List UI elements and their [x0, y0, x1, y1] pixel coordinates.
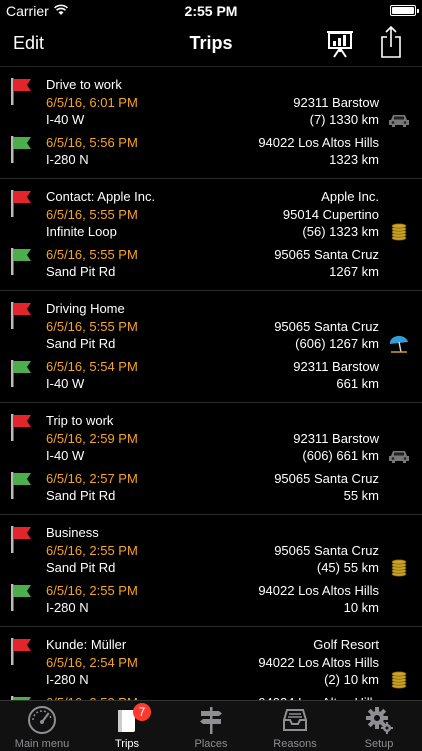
end-odometer: 1323 km [329, 152, 379, 167]
navigation-bar: Edit Trips [0, 22, 422, 67]
trip-row[interactable]: Business 6/5/16, 2:55 PM Sand Pit Rd 6/5/16… [0, 515, 422, 627]
tab-trips[interactable]: 7 Trips [85, 701, 169, 751]
end-place: 94022 Los Altos Hills [258, 135, 379, 150]
end-time: 6/5/16, 5:55 PM [46, 247, 138, 262]
trip-name: Contact: Apple Inc. [46, 189, 156, 204]
start-time: 6/5/16, 5:55 PM [46, 207, 138, 222]
share-icon[interactable] [380, 26, 402, 58]
start-flag-icon [11, 526, 31, 553]
tab-label: Places [194, 738, 228, 750]
start-place: 95014 Cupertino [282, 207, 379, 222]
tab-label: Setup [364, 738, 394, 750]
start-flag-icon [11, 190, 31, 217]
tab-label: Reasons [273, 738, 317, 750]
trip-row[interactable]: Kunde: Müller6/5/16, 2:54 PMI-280 N6/5/1… [0, 627, 422, 700]
end-place: 94022 Los Altos Hills [258, 583, 379, 598]
end-time: 6/5/16, 5:56 PM [46, 135, 138, 150]
presentation-report-icon[interactable] [326, 28, 354, 58]
trip-list[interactable]: Drive to work 6/5/16, 6:01 PM I-40 W 6/5/16… [0, 67, 422, 700]
end-place: 95065 Santa Cruz [274, 247, 379, 262]
trip-row[interactable]: Contact: Apple Inc. 6/5/16, 5:55 PM Infini… [0, 179, 422, 291]
tab-label: Trips [114, 738, 140, 750]
car-icon [389, 451, 409, 463]
tab-reasons[interactable]: Reasons [253, 701, 337, 751]
end-road: I-280 N [46, 600, 89, 615]
start-place: 94022 Los Altos Hills [258, 655, 379, 670]
trip-name: Trip to work [46, 413, 114, 428]
start-time: 6/5/16, 5:55 PM [46, 319, 138, 334]
end-odometer: 1267 km [329, 264, 379, 279]
coins-icon [391, 559, 407, 577]
car-icon [389, 115, 409, 127]
trip-name: Kunde: Müller [46, 637, 127, 652]
coins-icon [391, 671, 407, 689]
start-odometer: (606) 1267 km [295, 336, 379, 351]
start-road: Sand Pit Rd [46, 336, 116, 351]
tab-bar: Main menu 7 Trips Places Reasons Setup [0, 700, 422, 751]
battery-icon [390, 5, 419, 16]
end-place: 95065 Santa Cruz [274, 471, 379, 486]
tab-label: Main menu [14, 738, 70, 750]
start-flag-icon [11, 414, 31, 441]
status-time: 2:55 PM [184, 3, 238, 19]
trip-row[interactable]: Trip to work 6/5/16, 2:59 PM I-40 W 6/5/16,… [0, 403, 422, 515]
end-flag-icon [11, 472, 31, 499]
trip-name: Business [46, 525, 99, 540]
start-time: 6/5/16, 2:55 PM [46, 543, 138, 558]
speedometer-icon [28, 706, 56, 734]
tab-places[interactable]: Places [169, 701, 253, 751]
page-title: Trips [189, 33, 233, 53]
start-road: Sand Pit Rd [46, 560, 116, 575]
start-time: 6/5/16, 6:01 PM [46, 95, 138, 110]
start-flag-icon [11, 78, 31, 105]
tab-setup[interactable]: Setup [337, 701, 421, 751]
status-bar: Carrier 2:55 PM [0, 0, 422, 22]
end-flag-icon [11, 360, 31, 387]
end-time: 6/5/16, 2:55 PM [46, 583, 138, 598]
trip-name: Driving Home [46, 301, 125, 316]
trips-count-badge: 7 [133, 703, 151, 721]
gear-icon [366, 707, 393, 734]
start-flag-icon [11, 638, 31, 665]
end-road: I-40 W [46, 376, 85, 391]
start-road: I-280 N [46, 672, 89, 687]
start-place: 92311 Barstow [293, 95, 379, 110]
trip-row[interactable]: Drive to work 6/5/16, 6:01 PM I-40 W 6/5/16… [0, 67, 422, 179]
start-place: 92311 Barstow [293, 431, 379, 446]
trip-name: Drive to work [46, 77, 122, 92]
start-place: 95065 Santa Cruz [274, 543, 379, 558]
inbox-tray-icon [283, 709, 307, 731]
contact-name: Golf Resort [313, 637, 379, 652]
coins-icon [391, 223, 407, 241]
start-road: I-40 W [46, 112, 85, 127]
start-odometer: (2) 10 km [324, 672, 379, 687]
end-flag-icon [11, 136, 31, 163]
signpost-icon [200, 707, 222, 734]
start-time: 6/5/16, 2:54 PM [46, 655, 138, 670]
start-odometer: (56) 1323 km [302, 224, 379, 239]
start-time: 6/5/16, 2:59 PM [46, 431, 138, 446]
end-road: Sand Pit Rd [46, 264, 116, 279]
end-odometer: 55 km [343, 488, 379, 503]
trip-row[interactable]: Driving Home 6/5/16, 5:55 PM Sand Pit Rd 6/… [0, 291, 422, 403]
end-time: 6/5/16, 5:54 PM [46, 359, 138, 374]
start-odometer: (7) 1330 km [309, 112, 379, 127]
tab-main-menu[interactable]: Main menu [0, 701, 84, 751]
end-odometer: 661 km [336, 376, 379, 391]
end-place: 92311 Barstow [293, 359, 379, 374]
umbrella-icon [389, 335, 408, 353]
start-odometer: (606) 661 km [302, 448, 379, 463]
end-road: I-280 N [46, 152, 89, 167]
start-road: I-40 W [46, 448, 85, 463]
end-flag-icon [11, 248, 31, 275]
end-road: Sand Pit Rd [46, 488, 116, 503]
start-place: 95065 Santa Cruz [274, 319, 379, 334]
start-road: Infinite Loop [46, 224, 117, 239]
end-flag-icon [11, 584, 31, 611]
start-flag-icon [11, 302, 31, 329]
contact-name: Apple Inc. [321, 189, 379, 204]
end-time: 6/5/16, 2:57 PM [46, 471, 138, 486]
start-odometer: (45) 55 km [316, 560, 379, 575]
end-odometer: 10 km [343, 600, 379, 615]
